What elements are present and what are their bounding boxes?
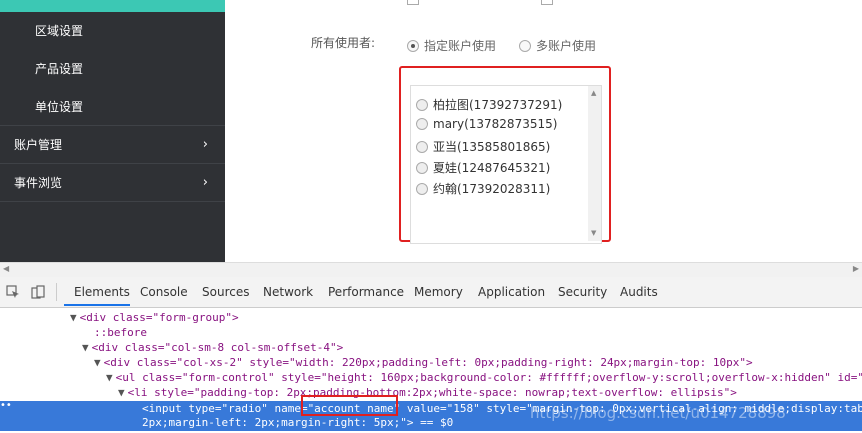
- dom-node-line[interactable]: ::before: [94, 325, 147, 340]
- scroll-down-icon[interactable]: ▼: [591, 229, 596, 237]
- scroll-up-icon[interactable]: ▲: [591, 89, 596, 97]
- sidebar: 区域设置 产品设置 单位设置 账户管理 › 事件浏览 ›: [0, 0, 225, 262]
- dom-node-line[interactable]: ▼ <li style="padding-top: 2px;padding-bot…: [118, 385, 737, 400]
- account-item[interactable]: mary(13782873515): [416, 117, 557, 131]
- toolbar-divider: [56, 283, 57, 301]
- sidebar-divider: [0, 125, 225, 126]
- tab-application[interactable]: Application: [478, 285, 545, 299]
- owner-label: 所有使用者:: [311, 36, 376, 50]
- tab-elements[interactable]: Elements: [74, 285, 130, 299]
- tab-network[interactable]: Network: [263, 285, 313, 299]
- main-content: 所有使用者: 指定账户使用 多账户使用 柏拉图(17392737291) mar…: [225, 0, 862, 262]
- dom-node-line[interactable]: ▼ <div class="col-xs-2" style="width: 220…: [94, 355, 753, 370]
- vertical-scrollbar[interactable]: ▲ ▼: [588, 86, 601, 241]
- watermark: https://blog.csdn.net/u014728898: [530, 404, 786, 422]
- radio-label: 多账户使用: [536, 39, 597, 53]
- expand-triangle-icon[interactable]: ▼: [70, 311, 77, 324]
- account-item[interactable]: 柏拉图(17392737291): [416, 96, 562, 113]
- expand-triangle-icon[interactable]: ▼: [94, 356, 101, 369]
- account-label: 柏拉图(17392737291): [433, 98, 563, 112]
- sidebar-item-label: 事件浏览: [14, 176, 63, 190]
- checkbox-icon: [407, 0, 419, 5]
- dom-node-text: <div class="col-xs-2" style="width: 220p…: [103, 356, 753, 369]
- expand-triangle-icon[interactable]: ▼: [106, 371, 113, 384]
- expand-triangle-icon[interactable]: ▼: [82, 341, 89, 354]
- radio-specific-account[interactable]: 指定账户使用: [407, 37, 496, 54]
- scroll-right-icon[interactable]: ▶: [853, 264, 859, 273]
- inspect-element-icon[interactable]: [6, 285, 20, 299]
- dom-node-text: <div class="form-group">: [79, 311, 239, 324]
- dom-node-text: ::before: [94, 326, 147, 339]
- tab-sources[interactable]: Sources: [202, 285, 249, 299]
- selected-node-text-line2: 2px;margin-left: 2px;margin-right: 5px;"…: [142, 416, 454, 429]
- account-label: mary(13782873515): [433, 117, 558, 131]
- sidebar-item-unit-settings[interactable]: 单位设置: [35, 99, 83, 115]
- radio-unchecked-icon: [416, 118, 428, 130]
- sidebar-item-region-settings[interactable]: 区域设置: [35, 23, 83, 39]
- sidebar-divider: [0, 163, 225, 164]
- active-tab-indicator: [64, 304, 130, 306]
- cutoff-checkbox[interactable]: [541, 0, 557, 5]
- devtools-tabbar: Elements Console Sources Network Perform…: [0, 277, 862, 308]
- radio-checked-icon: [407, 40, 419, 52]
- radio-unchecked-icon: [416, 141, 428, 153]
- cutoff-checkbox[interactable]: [407, 0, 423, 5]
- sidebar-item-product-settings[interactable]: 产品设置: [35, 61, 83, 77]
- account-item[interactable]: 亚当(13585801865): [416, 138, 550, 155]
- sidebar-divider: [0, 201, 225, 202]
- scroll-left-icon[interactable]: ◀: [3, 264, 9, 273]
- sidebar-top-accent: [0, 0, 225, 12]
- account-item[interactable]: 夏娃(12487645321): [416, 159, 550, 176]
- more-icon[interactable]: ••: [0, 400, 12, 411]
- dom-node-line[interactable]: ▼ <div class="col-sm-8 col-sm-offset-4">: [82, 340, 343, 355]
- account-item[interactable]: 约翰(17392028311): [416, 180, 550, 197]
- account-label: 约翰(17392028311): [433, 182, 551, 196]
- sidebar-item-account-management[interactable]: 账户管理 ›: [14, 137, 214, 153]
- chevron-right-icon: ›: [202, 175, 208, 190]
- radio-label: 指定账户使用: [424, 39, 497, 53]
- checkbox-icon: [541, 0, 553, 5]
- radio-unchecked-icon: [416, 162, 428, 174]
- tab-security[interactable]: Security: [558, 285, 607, 299]
- radio-unchecked-icon: [519, 40, 531, 52]
- dom-node-text: <li style="padding-top: 2px;padding-bott…: [127, 386, 737, 399]
- sidebar-item-label: 账户管理: [14, 138, 63, 152]
- sidebar-item-event-browse[interactable]: 事件浏览 ›: [14, 175, 214, 191]
- dom-node-text: <ul class="form-control" style="height: …: [115, 371, 862, 384]
- tab-performance[interactable]: Performance: [328, 285, 404, 299]
- device-toolbar-icon[interactable]: [31, 285, 45, 299]
- annotation-highlight-name-attr: [301, 395, 398, 416]
- chevron-right-icon: ›: [202, 137, 208, 152]
- horizontal-scrollbar[interactable]: ◀ ▶: [0, 262, 862, 277]
- dom-node-text: <div class="col-sm-8 col-sm-offset-4">: [91, 341, 344, 354]
- account-list[interactable]: 柏拉图(17392737291) mary(13782873515) 亚当(13…: [410, 85, 602, 244]
- tab-memory[interactable]: Memory: [414, 285, 463, 299]
- dom-node-line[interactable]: ▼ <ul class="form-control" style="height:…: [106, 370, 862, 385]
- radio-multi-account[interactable]: 多账户使用: [519, 37, 596, 54]
- account-label: 夏娃(12487645321): [433, 161, 551, 175]
- tab-audits[interactable]: Audits: [620, 285, 658, 299]
- radio-unchecked-icon: [416, 99, 428, 111]
- dom-node-line[interactable]: ▼ <div class="form-group">: [70, 310, 239, 325]
- annotation-highlight: 柏拉图(17392737291) mary(13782873515) 亚当(13…: [399, 66, 611, 244]
- account-label: 亚当(13585801865): [433, 140, 551, 154]
- radio-unchecked-icon: [416, 183, 428, 195]
- tab-console[interactable]: Console: [140, 285, 188, 299]
- expand-triangle-icon[interactable]: ▼: [118, 386, 125, 399]
